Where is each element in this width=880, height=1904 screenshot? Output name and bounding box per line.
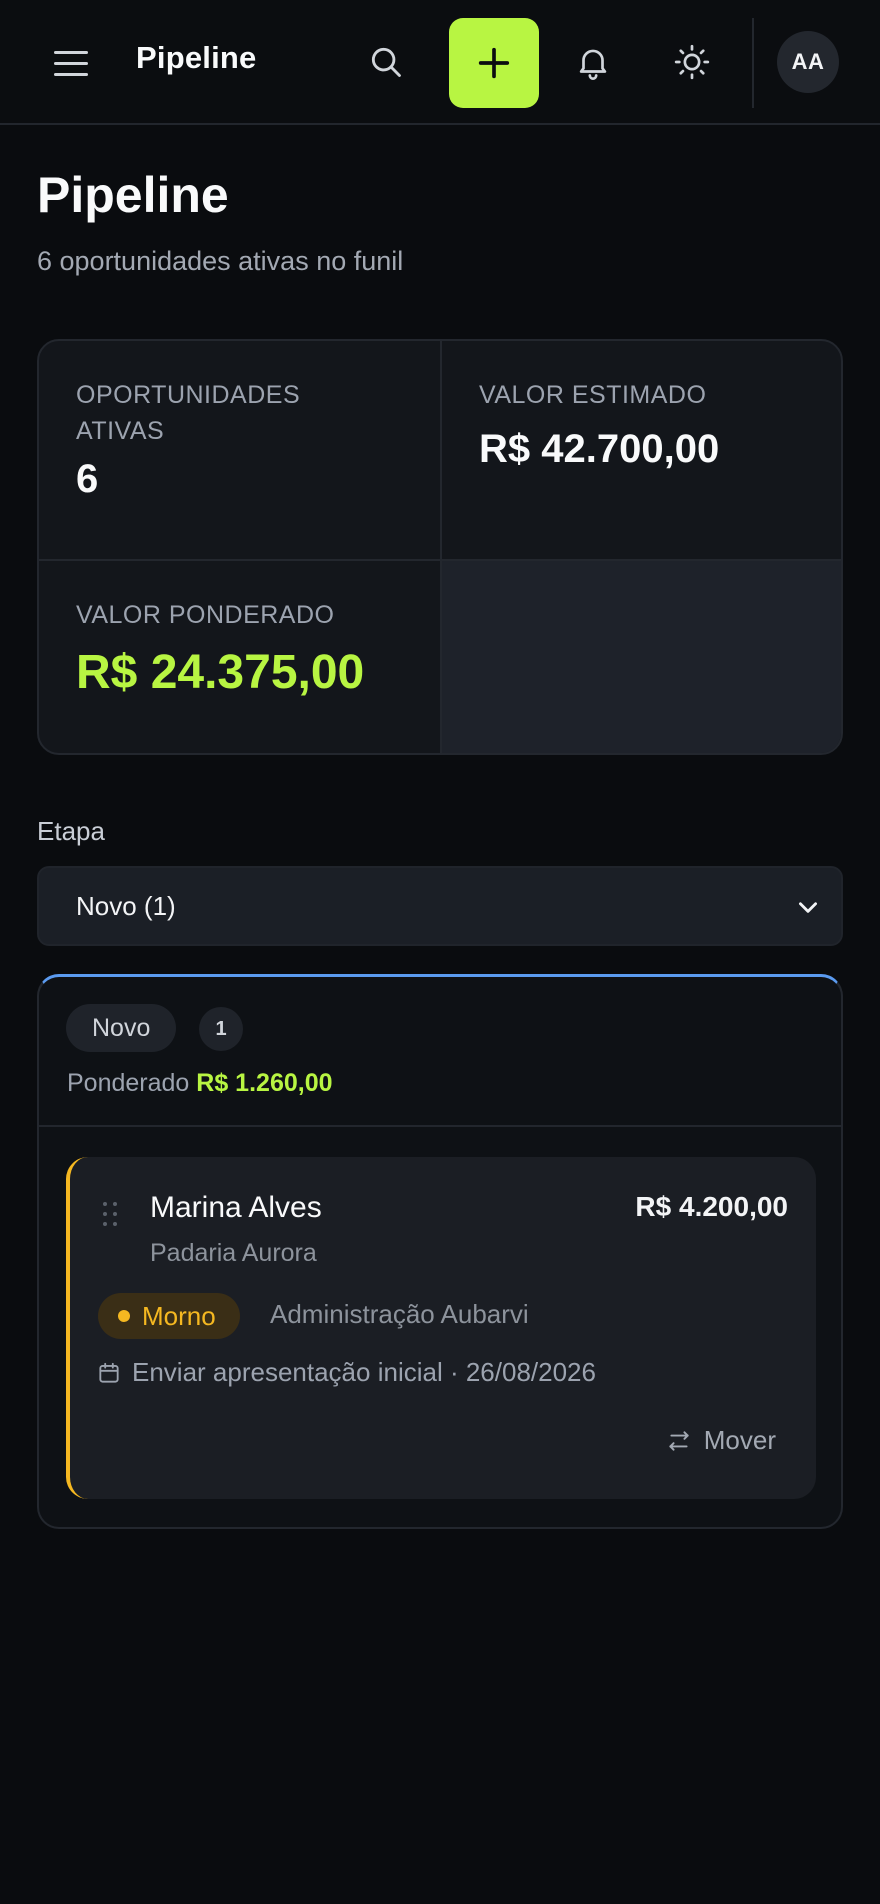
stat-label: OPORTUNIDADES ATIVAS xyxy=(76,381,301,445)
stage-filter-label: Etapa xyxy=(37,816,105,846)
stage-column-header: Novo 1 Ponderado R$ 1.260,00 xyxy=(39,977,841,1127)
stat-label: VALOR PONDERADO xyxy=(76,601,335,629)
avatar[interactable]: AA xyxy=(777,31,839,93)
page-subtitle: 6 oportunidades ativas no funil xyxy=(37,246,404,276)
add-button[interactable] xyxy=(449,18,539,108)
sun-icon[interactable] xyxy=(662,32,722,92)
search-icon[interactable] xyxy=(356,32,416,92)
company-name: Padaria Aurora xyxy=(150,1239,317,1267)
opportunity-card[interactable]: Marina Alves Padaria Aurora R$ 4.200,00 … xyxy=(66,1157,816,1499)
stage-weighted-label: Ponderado xyxy=(67,1069,190,1097)
temperature-badge: Morno xyxy=(98,1293,240,1339)
stage-column: Novo 1 Ponderado R$ 1.260,00 Marina Alve… xyxy=(37,974,843,1529)
page-title: Pipeline xyxy=(37,167,229,223)
status-dot-icon xyxy=(118,1310,130,1322)
stage-select-value: Novo (1) xyxy=(76,890,176,921)
next-task-text: Enviar apresentação inicial · 26/08/2026 xyxy=(132,1357,596,1387)
stat-empty-cell xyxy=(442,561,841,753)
top-bar: Pipeline AA xyxy=(0,0,880,125)
temperature-label: Morno xyxy=(142,1300,216,1331)
move-label: Mover xyxy=(703,1425,776,1455)
next-task: Enviar apresentação inicial · 26/08/2026 xyxy=(96,1357,596,1388)
drag-handle-icon[interactable] xyxy=(100,1199,120,1229)
stage-weighted-value: R$ 1.260,00 xyxy=(196,1069,333,1097)
stage-select[interactable]: Novo (1) xyxy=(37,866,843,946)
plus-icon xyxy=(478,47,510,79)
stats-grid: OPORTUNIDADES ATIVAS 6 VALOR ESTIMADO R$… xyxy=(37,339,843,755)
bell-icon[interactable] xyxy=(563,32,623,92)
chevron-down-icon xyxy=(799,902,817,913)
stage-count-badge: 1 xyxy=(199,1007,243,1051)
stage-weighted: Ponderado R$ 1.260,00 xyxy=(67,1069,333,1098)
stat-label: VALOR ESTIMADO xyxy=(479,381,707,409)
move-button[interactable]: Mover xyxy=(666,1425,776,1456)
app-title: Pipeline xyxy=(136,40,257,75)
header-divider xyxy=(752,18,754,108)
stat-estimated-value: VALOR ESTIMADO R$ 42.700,00 xyxy=(442,341,841,561)
swap-arrows-icon xyxy=(669,1430,689,1451)
stat-weighted-value: VALOR PONDERADO R$ 24.375,00 xyxy=(39,561,442,753)
opportunity-amount: R$ 4.200,00 xyxy=(635,1191,788,1222)
stat-value: R$ 24.375,00 xyxy=(76,646,365,699)
contact-name: Marina Alves xyxy=(150,1191,322,1224)
calendar-icon xyxy=(99,1362,119,1383)
stat-value: 6 xyxy=(76,457,99,501)
stat-active-opportunities: OPORTUNIDADES ATIVAS 6 xyxy=(39,341,442,561)
stage-badge: Novo xyxy=(66,1004,177,1052)
owner-name: Administração Aubarvi xyxy=(270,1299,529,1329)
menu-icon[interactable] xyxy=(44,38,100,88)
stat-value: R$ 42.700,00 xyxy=(479,427,720,471)
